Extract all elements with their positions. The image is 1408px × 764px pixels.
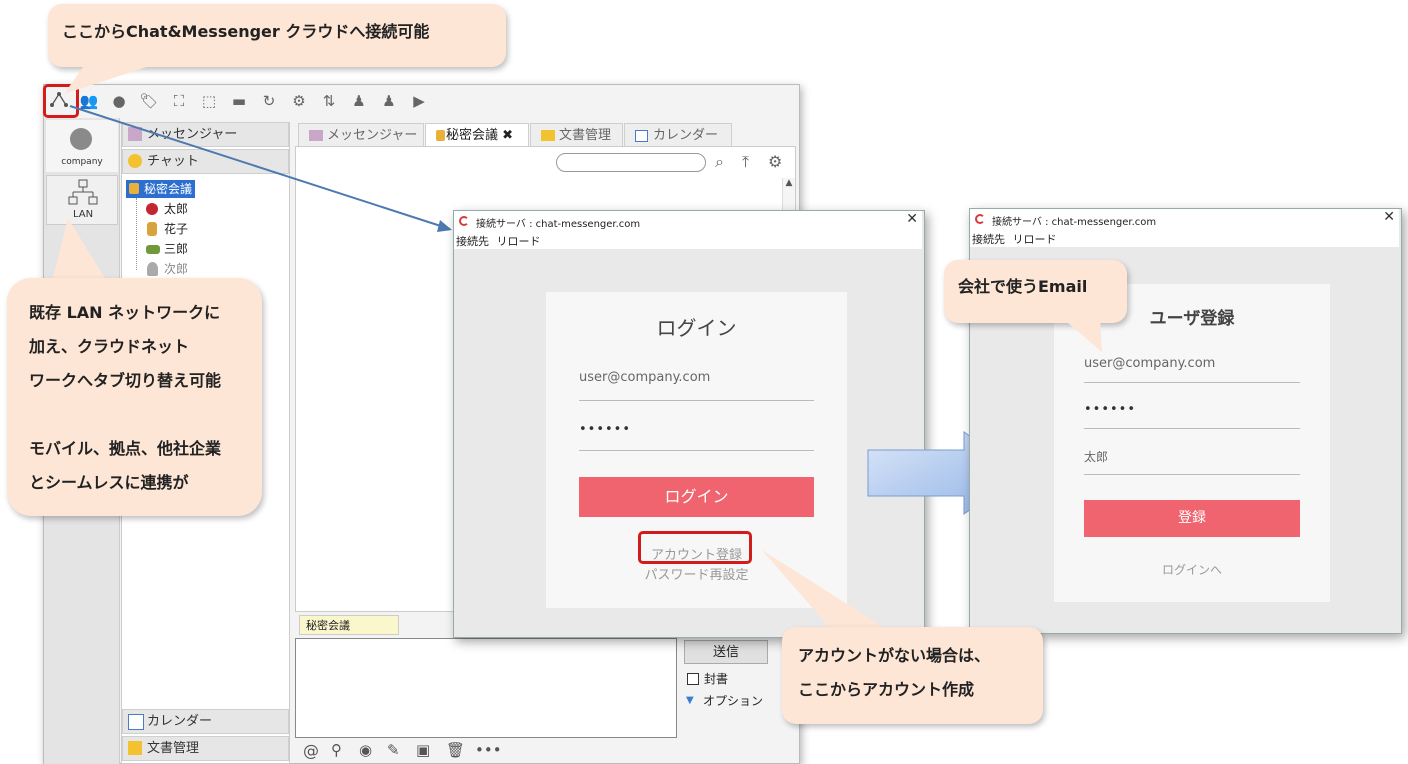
callout-account: アカウントがない場合は、 ここからアカウント作成 <box>782 627 1043 724</box>
menu-connection[interactable]: 接続先 <box>972 233 1005 246</box>
menu-reload[interactable]: リロード <box>497 235 541 248</box>
callout-email-pointer <box>1060 316 1102 352</box>
login-heading: ログイン <box>656 316 737 340</box>
highlight-register-link <box>638 531 752 564</box>
app-logo-icon <box>975 214 985 224</box>
name-field[interactable]: 太郎 <box>1084 448 1300 475</box>
app-logo-icon <box>459 216 469 226</box>
callout-account-pointer <box>762 550 885 628</box>
login-button[interactable]: ログイン <box>579 477 814 517</box>
close-icon[interactable]: ✕ <box>906 211 918 227</box>
email-field[interactable]: user@company.com <box>579 370 814 401</box>
close-icon[interactable]: ✕ <box>1383 209 1395 225</box>
callout-email: 会社で使うEmail <box>944 260 1127 323</box>
login-link[interactable]: ログインへ <box>1054 561 1330 578</box>
password-field[interactable]: •••••• <box>1084 402 1300 429</box>
password-field[interactable]: •••••• <box>579 422 814 451</box>
menu-connection[interactable]: 接続先 <box>456 235 489 248</box>
email-field[interactable]: user@company.com <box>1084 356 1300 383</box>
menu-reload[interactable]: リロード <box>1013 233 1057 246</box>
register-button[interactable]: 登録 <box>1084 500 1300 537</box>
